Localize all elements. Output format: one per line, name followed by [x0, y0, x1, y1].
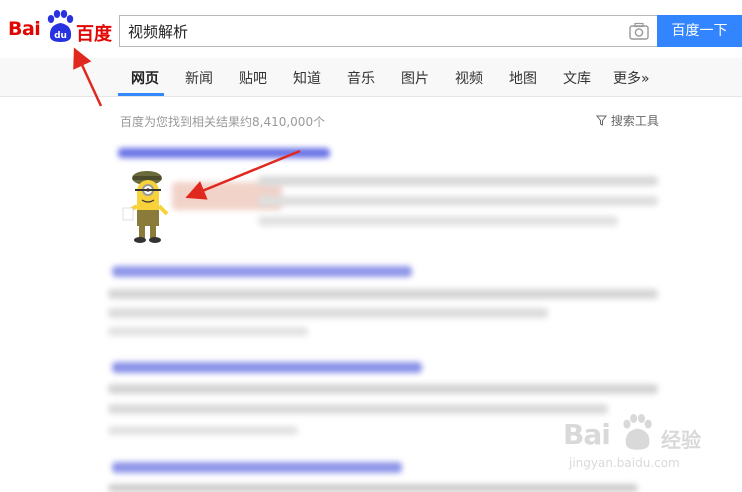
tab-more[interactable]: 更多» [613, 68, 650, 88]
watermark-url: jingyan.baidu.com [569, 456, 680, 470]
tab-music[interactable]: 音乐 [347, 68, 375, 88]
logo-text-latin: Bai [8, 18, 41, 40]
search-tools-label: 搜索工具 [610, 114, 659, 128]
search-box [119, 15, 657, 47]
blurred-result-title[interactable] [112, 266, 412, 277]
tab-tieba[interactable]: 贴吧 [239, 68, 267, 88]
blurred-url [108, 426, 298, 435]
blurred-snippet-line [108, 384, 658, 394]
tab-map[interactable]: 地图 [509, 68, 537, 88]
result-count: 百度为您找到相关结果约8,410,000个 [120, 115, 326, 129]
blurred-snippet-line [258, 176, 658, 186]
tab-video[interactable]: 视频 [455, 68, 483, 88]
minion-image [122, 171, 169, 243]
baidu-logo[interactable]: Bai du 百度 [8, 10, 112, 46]
tab-news[interactable]: 新闻 [185, 68, 213, 88]
watermark-paw-icon [623, 414, 652, 450]
tab-wenku[interactable]: 文库 [563, 68, 591, 88]
logo-du-text: du [54, 31, 67, 41]
blurred-result-title[interactable] [118, 148, 330, 158]
active-tab-indicator [118, 93, 164, 96]
blurred-snippet-line [258, 196, 658, 206]
blurred-snippet-line [108, 289, 658, 299]
blurred-snippet-line [108, 308, 548, 318]
blurred-snippet-line [108, 484, 638, 492]
logo-text-cn: 百度 [76, 24, 112, 45]
blurred-result-title[interactable] [112, 462, 402, 473]
camera-icon[interactable] [629, 22, 649, 40]
header-bar: Bai du 百度 百度一下 [0, 0, 742, 59]
nav-tabs: 网页 新闻 贴吧 知道 音乐 图片 视频 地图 文库 更多» [0, 58, 742, 97]
filter-icon [595, 115, 608, 126]
baidu-jingyan-watermark: Bai 经验 jingyan.baidu.com [563, 412, 738, 476]
watermark-brand: Bai [563, 418, 611, 451]
paw-icon: du [47, 10, 74, 42]
blurred-result-title[interactable] [112, 362, 422, 373]
search-input[interactable] [120, 16, 610, 46]
search-tools-button[interactable]: 搜索工具 [595, 112, 659, 129]
tab-zhidao[interactable]: 知道 [293, 68, 321, 88]
blurred-url [108, 327, 308, 336]
search-button[interactable]: 百度一下 [657, 15, 742, 47]
blurred-snippet-line [258, 216, 618, 226]
watermark-brand-cn: 经验 [661, 428, 701, 452]
blurred-snippet-line [108, 404, 608, 414]
tab-images[interactable]: 图片 [401, 68, 429, 88]
tab-web[interactable]: 网页 [131, 68, 159, 88]
